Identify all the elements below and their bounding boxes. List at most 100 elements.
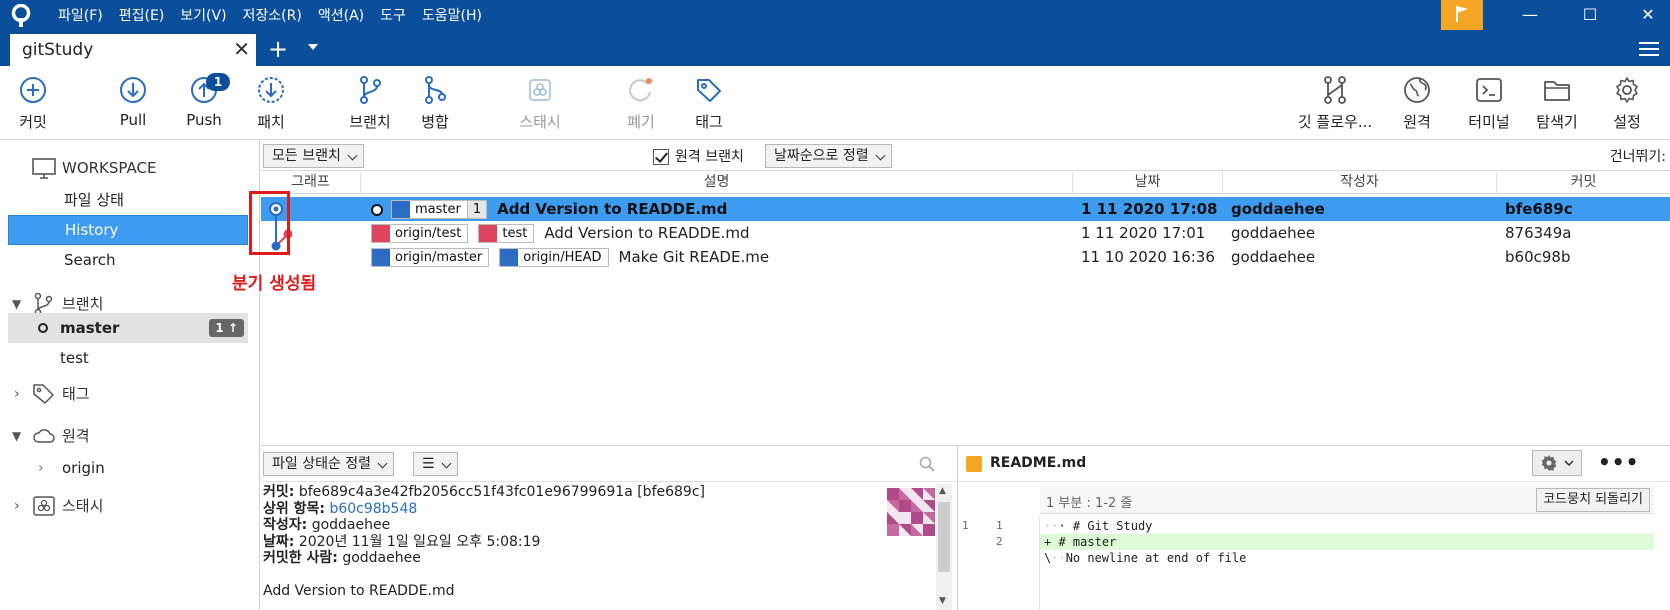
- more-options-icon[interactable]: •••: [1598, 450, 1639, 474]
- remote-button[interactable]: 원격: [1400, 66, 1434, 140]
- table-row[interactable]: master 1 Add Version to READDE.md 1 11 202…: [261, 197, 1670, 221]
- close-tab-icon[interactable]: ✕: [233, 37, 250, 61]
- sidebar-item-history[interactable]: History: [8, 215, 248, 245]
- scroll-down-icon[interactable]: ▼: [939, 596, 946, 606]
- repo-tab-title: gitStudy: [22, 40, 94, 60]
- commit-description: origin/test test Add Version to READDE.md: [371, 221, 1071, 245]
- menu-file[interactable]: 파일(F): [50, 0, 111, 32]
- branch-label-origin-master[interactable]: origin/master: [371, 248, 490, 267]
- detail-commit: 커밋: bfe689c4a3e42fb2056cc51f43fc01e96799…: [263, 484, 705, 500]
- tab-bar: gitStudy ✕: [0, 32, 1670, 66]
- col-description[interactable]: 설명: [361, 172, 1073, 194]
- stash-button[interactable]: 스태시: [514, 66, 566, 140]
- git-flow-button[interactable]: 깃 플로우...: [1296, 66, 1374, 140]
- col-author[interactable]: 작성자: [1223, 172, 1497, 194]
- patch-button[interactable]: 패치: [254, 66, 288, 140]
- table-row[interactable]: origin/master origin/HEAD Make Git READE.m…: [261, 245, 1670, 269]
- detail-parent: 상위 항목: b60c98b548: [263, 500, 418, 517]
- tags-label: 태그: [62, 385, 90, 403]
- repo-tab[interactable]: gitStudy ✕: [10, 34, 256, 66]
- skip-label: 건너뛰기:: [1609, 149, 1666, 165]
- search-icon[interactable]: [919, 456, 935, 472]
- detail-date: 날짜: 2020년 11월 1일 일요일 오후 5:08:19: [263, 533, 541, 550]
- menu-actions[interactable]: 액션(A): [310, 0, 372, 32]
- commit-description: master 1 Add Version to READDE.md: [371, 197, 1071, 221]
- file-status-label: 파일 상태: [64, 191, 124, 209]
- settings-label: 설정: [1613, 113, 1641, 131]
- pull-label: Pull: [119, 111, 147, 129]
- branch-icon: [372, 249, 390, 266]
- diff-file-header: README.md •••: [958, 446, 1670, 482]
- branch-label: 브랜치: [349, 113, 391, 131]
- branch-label-origin-test[interactable]: origin/test: [371, 224, 469, 243]
- terminal-label: 터미널: [1468, 113, 1510, 131]
- sidebar-remote-origin[interactable]: › origin: [0, 453, 260, 483]
- menu-view[interactable]: 보기(V): [172, 0, 234, 32]
- chevron-right-icon[interactable]: ›: [38, 453, 44, 483]
- commit-button[interactable]: 커밋: [14, 66, 52, 140]
- settings-button[interactable]: 설정: [1610, 66, 1644, 140]
- stash-label: 스태시: [519, 113, 561, 131]
- menu-edit[interactable]: 편집(E): [111, 0, 173, 32]
- branch-label-master[interactable]: master 1: [391, 200, 488, 219]
- chevron-down-icon[interactable]: ▼: [12, 421, 21, 451]
- menu-repository[interactable]: 저장소(R): [235, 0, 310, 32]
- branch-filter-dropdown[interactable]: 모든 브랜치: [263, 144, 364, 168]
- notification-flag-button[interactable]: [1441, 0, 1483, 30]
- close-window-button[interactable]: ✕: [1620, 0, 1670, 32]
- diff-options-button[interactable]: [1532, 450, 1582, 476]
- sidebar-branch-test[interactable]: test: [0, 343, 260, 373]
- explorer-label: 탐색기: [1536, 113, 1578, 131]
- sidebar-workspace-header: WORKSPACE: [0, 153, 260, 183]
- hunk-label: 1 부분 : 1-2 줄: [1046, 496, 1133, 511]
- minimize-button[interactable]: —: [1502, 0, 1558, 32]
- add-tab-button[interactable]: +: [268, 34, 288, 64]
- sidebar-item-search[interactable]: Search: [0, 245, 260, 275]
- scroll-up-icon[interactable]: ▲: [939, 486, 946, 496]
- gear-icon: [1616, 77, 1638, 103]
- menu-tools[interactable]: 도구: [372, 0, 414, 32]
- commit-label: 커밋: [19, 113, 47, 131]
- discard-button[interactable]: 폐기: [624, 66, 658, 140]
- tag-button[interactable]: 태그: [692, 66, 726, 140]
- patch-label: 패치: [257, 113, 285, 131]
- branch-label-test[interactable]: test: [478, 224, 535, 243]
- terminal-button[interactable]: 터미널: [1466, 66, 1512, 140]
- merge-button[interactable]: 병합: [418, 66, 452, 140]
- commit-hash: bfe689c: [1505, 200, 1573, 218]
- menu-help[interactable]: 도움말(H): [414, 0, 490, 32]
- branch-button[interactable]: 브랜치: [346, 66, 394, 140]
- pull-button[interactable]: Pull: [113, 66, 153, 140]
- sidebar-tags-header[interactable]: › 태그: [0, 379, 260, 409]
- commit-hash: 876349a: [1505, 224, 1572, 242]
- sort-order-dropdown[interactable]: 날짜순으로 정렬: [765, 144, 892, 168]
- tab-dropdown-icon[interactable]: [308, 44, 318, 50]
- history-label: History: [65, 221, 119, 239]
- table-row[interactable]: origin/test test Add Version to READDE.md …: [261, 221, 1670, 245]
- globe-icon: [1404, 77, 1430, 103]
- current-branch-icon: [38, 323, 48, 333]
- view-mode-dropdown[interactable]: ☰: [413, 452, 458, 476]
- ahead-count-badge: 1 ↑: [209, 319, 244, 337]
- graph-highlight-box: [249, 191, 290, 255]
- remote-branches-checkbox[interactable]: [653, 149, 669, 165]
- branch-label-origin-head[interactable]: origin/HEAD: [499, 248, 609, 267]
- chevron-right-icon[interactable]: ›: [14, 491, 20, 521]
- sidebar-stash-header[interactable]: › 스태시: [0, 491, 260, 521]
- sidebar-branch-master[interactable]: master 1 ↑: [8, 313, 248, 343]
- revert-hunk-button[interactable]: 코드뭉치 되돌리기: [1536, 488, 1650, 512]
- hamburger-menu-icon[interactable]: [1639, 42, 1659, 56]
- sidebar: WORKSPACE 파일 상태 History Search ▼ 브랜치 mas…: [0, 141, 260, 610]
- file-sort-dropdown[interactable]: 파일 상태순 정렬: [263, 452, 395, 476]
- sidebar-item-file-status[interactable]: 파일 상태: [0, 185, 260, 215]
- sidebar-remotes-header[interactable]: ▼ 원격: [0, 421, 260, 451]
- col-date[interactable]: 날짜: [1073, 172, 1223, 194]
- branch-name: master: [60, 319, 120, 337]
- scroll-thumb[interactable]: [938, 502, 950, 572]
- explorer-button[interactable]: 탐색기: [1534, 66, 1580, 140]
- maximize-button[interactable]: ☐: [1562, 0, 1618, 32]
- details-scrollbar[interactable]: ▲ ▼: [936, 484, 952, 610]
- parent-commit-link[interactable]: b60c98b548: [329, 501, 417, 517]
- col-commit[interactable]: 커밋: [1497, 172, 1670, 194]
- chevron-right-icon[interactable]: ›: [14, 379, 20, 409]
